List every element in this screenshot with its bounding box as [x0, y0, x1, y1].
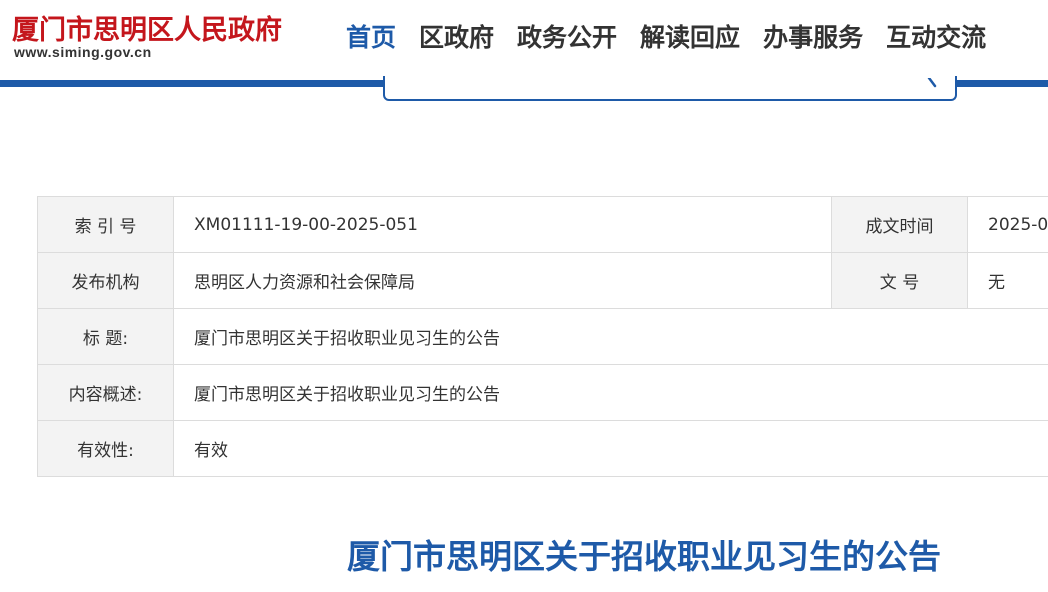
creation-date-label: 成文时间	[831, 196, 968, 253]
site-logo-title[interactable]: 厦门市思明区人民政府	[12, 8, 282, 47]
publisher-value: 思明区人力资源和社会保障局	[173, 252, 832, 309]
nav-item-district-government[interactable]: 区政府	[419, 18, 494, 54]
search-icon[interactable]	[927, 78, 939, 90]
table-row: 标 题: 厦门市思明区关于招收职业见习生的公告	[37, 308, 1048, 365]
article-title: 厦门市思明区关于招收职业见习生的公告	[347, 537, 941, 576]
document-number-label: 文 号	[831, 252, 968, 309]
nav-item-government-affairs[interactable]: 政务公开	[517, 18, 617, 54]
nav-item-home[interactable]: 首页	[346, 18, 396, 54]
summary-value: 厦门市思明区关于招收职业见习生的公告	[173, 364, 1048, 421]
index-number-value: XM01111-19-00-2025-051	[173, 196, 832, 253]
search-input[interactable]	[383, 76, 957, 101]
main-nav: 首页 区政府 政务公开 解读回应 办事服务 互动交流	[346, 16, 986, 56]
nav-item-services[interactable]: 办事服务	[763, 18, 863, 54]
creation-date-value: 2025-0	[967, 196, 1048, 253]
table-row: 索 引 号 XM01111-19-00-2025-051 成文时间 2025-0	[37, 196, 1048, 253]
nav-item-interpretation[interactable]: 解读回应	[640, 18, 740, 54]
site-logo-url[interactable]: www.siming.gov.cn	[14, 44, 152, 60]
table-row: 有效性: 有效	[37, 420, 1048, 477]
index-number-label: 索 引 号	[37, 196, 174, 253]
publisher-label: 发布机构	[37, 252, 174, 309]
table-row: 内容概述: 厦门市思明区关于招收职业见习生的公告	[37, 364, 1048, 421]
document-info-table: 索 引 号 XM01111-19-00-2025-051 成文时间 2025-0…	[37, 196, 1048, 477]
title-label: 标 题:	[37, 308, 174, 365]
nav-item-interaction[interactable]: 互动交流	[886, 18, 986, 54]
validity-value: 有效	[173, 420, 1048, 477]
table-row: 发布机构 思明区人力资源和社会保障局 文 号 无	[37, 252, 1048, 309]
validity-label: 有效性:	[37, 420, 174, 477]
title-value: 厦门市思明区关于招收职业见习生的公告	[173, 308, 1048, 365]
summary-label: 内容概述:	[37, 364, 174, 421]
document-number-value: 无	[967, 252, 1048, 309]
site-header: 厦门市思明区人民政府 www.siming.gov.cn 首页 区政府 政务公开…	[0, 0, 1048, 80]
